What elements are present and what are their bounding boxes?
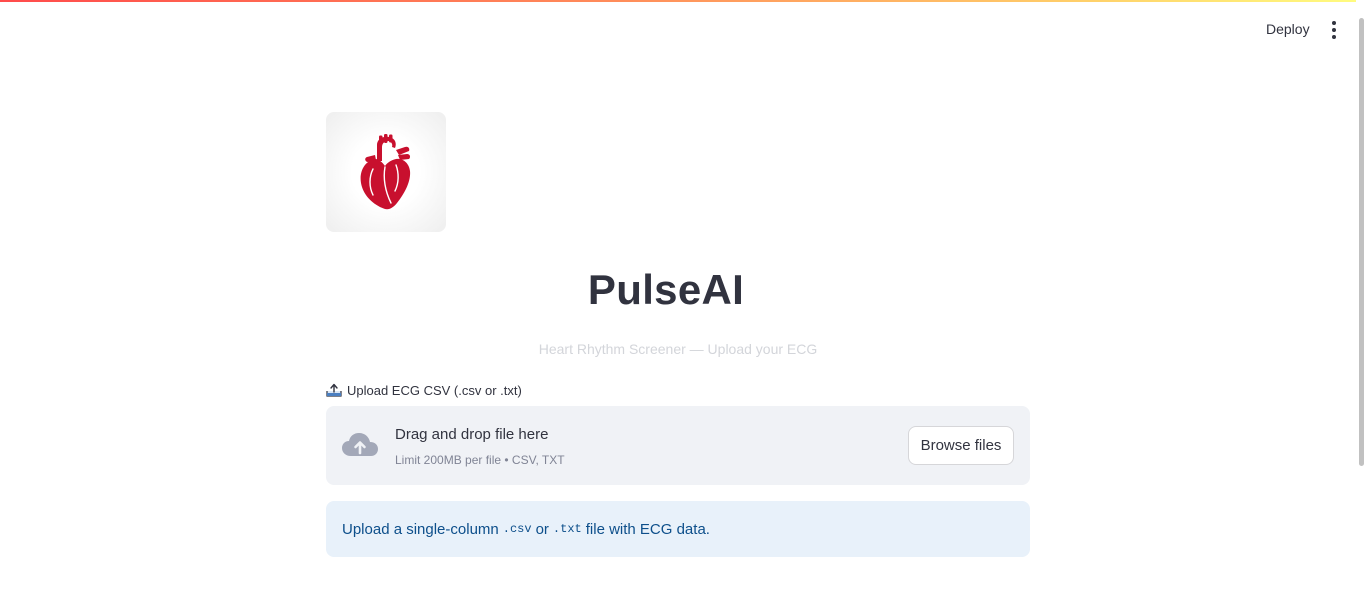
logo-image	[326, 112, 446, 232]
scrollbar[interactable]	[1356, 0, 1366, 600]
info-alert: Upload a single-column .csv or .txt file…	[326, 501, 1030, 557]
kebab-menu-icon[interactable]	[1326, 20, 1342, 40]
info-text-before: Upload a single-column	[342, 520, 499, 538]
dropzone-limit: Limit 200MB per file • CSV, TXT	[395, 453, 565, 467]
page-title: PulseAI	[587, 266, 745, 313]
info-text-after: file with ECG data.	[585, 520, 710, 538]
cloud-upload-icon	[342, 433, 378, 456]
app-header: Deploy	[0, 0, 1356, 60]
upload-tray-icon	[326, 383, 342, 397]
page-subtitle: Heart Rhythm Screener — Upload your ECG	[538, 341, 818, 357]
info-code-csv: .csv	[502, 522, 532, 536]
browse-files-button[interactable]: Browse files	[908, 426, 1014, 465]
scrollbar-thumb[interactable]	[1359, 18, 1364, 466]
file-dropzone[interactable]: Drag and drop file here Limit 200MB per …	[326, 406, 1030, 485]
dropzone-title: Drag and drop file here	[395, 426, 549, 443]
uploader-label: Upload ECG CSV (.csv or .txt)	[326, 381, 522, 399]
info-text-or: or	[535, 520, 549, 538]
uploader-label-text: Upload ECG CSV (.csv or .txt)	[347, 382, 522, 398]
heart-icon	[360, 134, 411, 210]
info-code-txt: .txt	[552, 522, 582, 536]
deploy-button[interactable]: Deploy	[1258, 19, 1318, 39]
